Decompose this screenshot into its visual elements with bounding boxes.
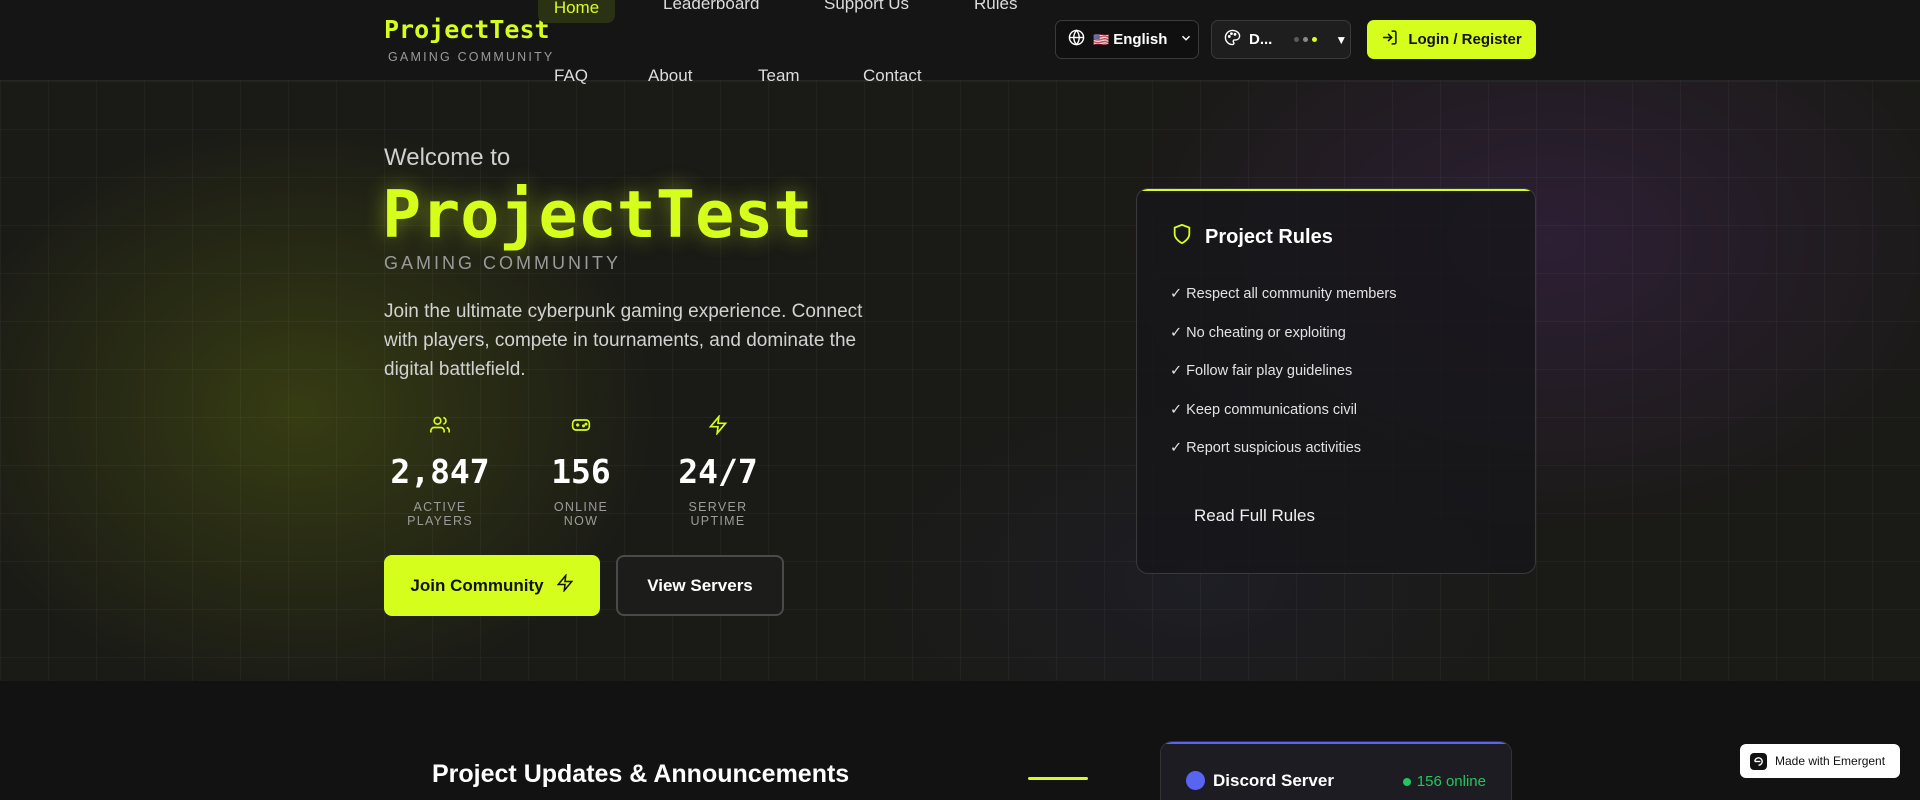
- read-full-rules-link[interactable]: Read Full Rules: [1194, 506, 1315, 526]
- accent-divider: [1028, 777, 1088, 780]
- hero-welcome: Welcome to: [384, 144, 511, 171]
- nav-item-support-us[interactable]: Support Us: [824, 0, 909, 14]
- lightning-icon: [556, 573, 574, 597]
- stat-label: ONLINE NOW: [553, 500, 609, 528]
- nav-item-leaderboard[interactable]: Leaderboard: [663, 0, 759, 14]
- theme-selector[interactable]: D... ▼: [1211, 20, 1351, 59]
- login-icon: [1381, 29, 1398, 50]
- discord-server-name: Discord Server: [1213, 771, 1334, 790]
- logo-tagline: GAMING COMMUNITY: [388, 50, 555, 64]
- rules-card-title: Project Rules: [1205, 225, 1333, 248]
- discord-online-count: 156 online: [1416, 773, 1486, 790]
- theme-swatch: [1312, 37, 1318, 42]
- join-community-label: Join Community: [410, 575, 544, 595]
- logo-title: ProjectTest: [384, 15, 550, 44]
- nav-item-about[interactable]: About: [648, 66, 692, 86]
- language-label: English: [1113, 31, 1168, 48]
- rules-card-header: Project Rules: [1171, 222, 1333, 252]
- rule-item: ✓ No cheating or exploiting: [1170, 324, 1346, 341]
- palette-icon: [1224, 29, 1241, 50]
- discord-online-status: 156 online: [1402, 773, 1486, 790]
- rules-list: ✓ Respect all community members ✓ No che…: [1170, 285, 1397, 478]
- stat-server-uptime: 24/7 SERVER UPTIME: [664, 415, 772, 528]
- discord-server-card[interactable]: Discord Server 156 online: [1160, 741, 1512, 800]
- stat-active-players: 2,847 ACTIVE PLAYERS: [384, 415, 496, 528]
- hero-subtitle: GAMING COMMUNITY: [384, 253, 621, 273]
- stat-value: 24/7: [678, 452, 758, 491]
- stat-online-now: 156 ONLINE NOW: [536, 415, 626, 528]
- caret-down-icon: ▼: [1335, 32, 1348, 47]
- stat-label: SERVER UPTIME: [688, 500, 748, 528]
- language-selector[interactable]: 🇺🇸 English: [1055, 20, 1199, 59]
- shield-icon: [1171, 222, 1193, 252]
- hero-section: Welcome to ProjectTest GAMING COMMUNITY …: [0, 81, 1920, 681]
- hero-grid-background: [0, 81, 1920, 681]
- lightning-icon: [664, 415, 772, 437]
- theme-label: D...: [1249, 31, 1273, 48]
- nav-item-rules[interactable]: Rules: [974, 0, 1017, 14]
- rule-item: ✓ Follow fair play guidelines: [1170, 363, 1353, 379]
- top-navbar: ProjectTest GAMING COMMUNITY Home Leader…: [0, 0, 1920, 85]
- hero-title: ProjectTest: [382, 178, 813, 253]
- stat-value: 156: [551, 452, 611, 491]
- join-community-button[interactable]: Join Community: [384, 555, 600, 616]
- globe-icon: [1068, 29, 1085, 50]
- view-servers-button[interactable]: View Servers: [616, 555, 784, 616]
- online-dot-icon: [1402, 777, 1411, 786]
- rules-card: Project Rules ✓ Respect all community me…: [1136, 188, 1536, 574]
- hero-description: Join the ultimate cyberpunk gaming exper…: [384, 301, 863, 380]
- updates-section: Project Updates & Announcements Discord …: [0, 681, 1920, 800]
- stat-label: ACTIVE PLAYERS: [407, 500, 473, 528]
- rule-item: ✓ Report suspicious activities: [1170, 440, 1362, 456]
- theme-swatch: [1303, 37, 1309, 42]
- theme-swatch: [1294, 37, 1300, 42]
- rule-item: ✓ Keep communications civil: [1170, 401, 1358, 418]
- badge-label: Made with Emergent: [1775, 754, 1886, 768]
- gamepad-icon: [536, 415, 626, 437]
- nav-item-contact[interactable]: Contact: [863, 66, 922, 86]
- logo[interactable]: ProjectTest GAMING COMMUNITY: [384, 15, 554, 64]
- updates-title: Project Updates & Announcements: [432, 760, 850, 788]
- emergent-logo-icon: [1750, 752, 1767, 770]
- made-with-emergent-badge[interactable]: Made with Emergent: [1740, 744, 1900, 778]
- nav-item-home[interactable]: Home: [538, 0, 615, 23]
- stat-value: 2,847: [390, 452, 490, 491]
- chevron-down-icon: [1179, 31, 1193, 49]
- rule-item: ✓ Respect all community members: [1170, 286, 1397, 302]
- theme-color-swatches: [1294, 37, 1318, 42]
- discord-icon: [1186, 771, 1205, 790]
- nav-item-faq[interactable]: FAQ: [554, 66, 588, 86]
- nav-item-team[interactable]: Team: [758, 66, 800, 86]
- login-register-button[interactable]: Login / Register: [1367, 20, 1536, 59]
- us-flag-icon: 🇺🇸: [1093, 31, 1110, 47]
- login-label: Login / Register: [1408, 31, 1522, 48]
- users-icon: [384, 415, 496, 437]
